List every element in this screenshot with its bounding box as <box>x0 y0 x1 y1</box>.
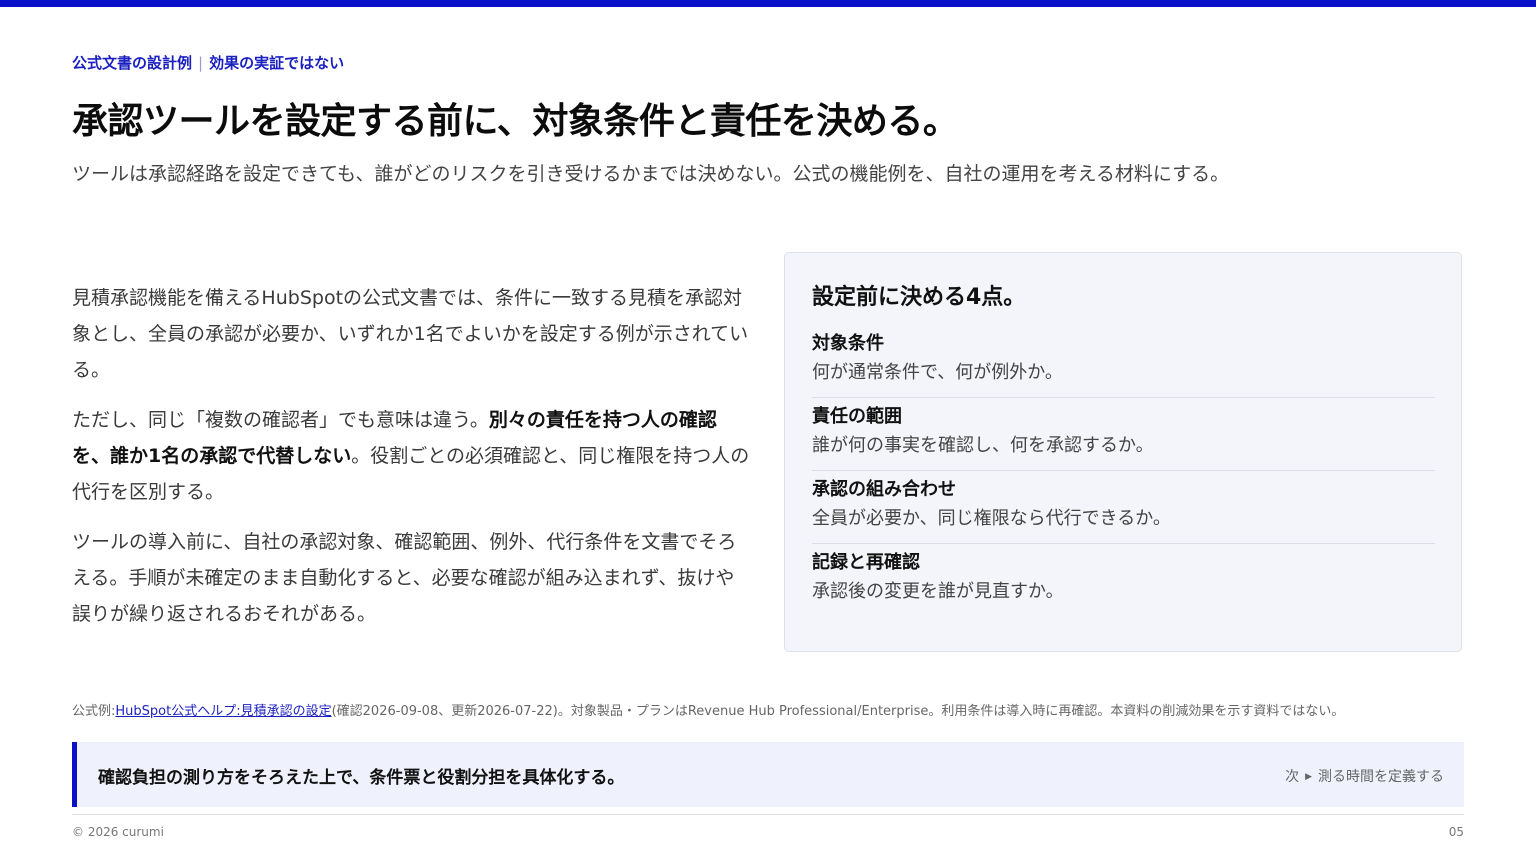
eyebrow-separator: | <box>198 54 204 72</box>
source-suffix: (確認2026-09-08、更新2026-07-22)。対象製品・プランはRev… <box>331 704 1345 719</box>
card-item-title: 承認の組み合わせ <box>812 479 956 500</box>
card-item-desc: 全員が必要か、同じ権限なら代行できるか。 <box>812 508 1171 529</box>
callout-text: 確認負担の測り方をそろえた上で、条件票と役割分担を具体化する。 <box>98 768 625 788</box>
copyright: © 2026 curumi <box>72 825 164 839</box>
eyebrow-part1: 公式文書の設計例 <box>72 54 193 72</box>
card-item-title: 責任の範囲 <box>812 406 902 427</box>
top-accent-bar <box>0 0 1536 7</box>
card-item-desc: 誰が何の事実を確認し、何を承認するか。 <box>812 435 1154 456</box>
body-text: 見積承認機能を備えるHubSpotの公式文書では、条件に一致する見積を承認対象と… <box>72 280 752 646</box>
next-section-hint: 次 ▶ 測る時間を定義する <box>1285 766 1444 786</box>
card-item-approval-combination: 承認の組み合わせ 全員が必要か、同じ権限なら代行できるか。 <box>812 471 1435 544</box>
triangle-right-icon: ▶ <box>1305 772 1312 782</box>
page-title: 承認ツールを設定する前に、対象条件と責任を決める。 <box>72 101 959 142</box>
checklist-card: 設定前に決める4点。 対象条件 何が通常条件で、何が例外か。 責任の範囲 誰が何… <box>784 252 1462 652</box>
body-paragraph-3: ツールの導入前に、自社の承認対象、確認範囲、例外、代行条件を文書でそろえる。手順… <box>72 531 737 625</box>
card-item-title: 記録と再確認 <box>812 552 920 573</box>
source-prefix: 公式例: <box>72 704 116 719</box>
source-link[interactable]: HubSpot公式ヘルプ:見積承認の設定 <box>115 704 331 719</box>
page-number: 05 <box>1448 825 1464 839</box>
card-item-record-review: 記録と再確認 承認後の変更を誰が見直すか。 <box>812 544 1435 616</box>
eyebrow: 公式文書の設計例 | 効果の実証ではない <box>72 52 344 73</box>
card-item-desc: 何が通常条件で、何が例外か。 <box>812 362 1063 383</box>
card-item-desc: 承認後の変更を誰が見直すか。 <box>812 581 1064 602</box>
body-p2-lead: ただし、同じ「複数の確認者」でも意味は違う。 <box>72 409 489 431</box>
next-prefix: 次 <box>1285 769 1300 785</box>
next-label: 測る時間を定義する <box>1318 769 1444 785</box>
page-subtitle: ツールは承認経路を設定できても、誰がどのリスクを引き受けるかまでは決めない。公式… <box>72 163 1230 185</box>
body-paragraph-1: 見積承認機能を備えるHubSpotの公式文書では、条件に一致する見積を承認対象と… <box>72 287 749 381</box>
card-title: 設定前に決める4点。 <box>812 285 1026 310</box>
card-item-responsibility: 責任の範囲 誰が何の事実を確認し、何を承認するか。 <box>812 398 1435 471</box>
card-item-scope: 対象条件 何が通常条件で、何が例外か。 <box>812 325 1435 398</box>
card-item-title: 対象条件 <box>812 333 884 354</box>
source-note: 公式例:HubSpot公式ヘルプ:見積承認の設定(確認2026-09-08、更新… <box>72 700 1344 719</box>
eyebrow-part2: 効果の実証ではない <box>209 54 345 72</box>
footer-divider <box>72 814 1464 815</box>
summary-callout: 確認負担の測り方をそろえた上で、条件票と役割分担を具体化する。 次 ▶ 測る時間を定… <box>72 742 1464 807</box>
body-paragraph-2: ただし、同じ「複数の確認者」でも意味は違う。別々の責任を持つ人の確認を、誰か1名… <box>72 402 752 510</box>
